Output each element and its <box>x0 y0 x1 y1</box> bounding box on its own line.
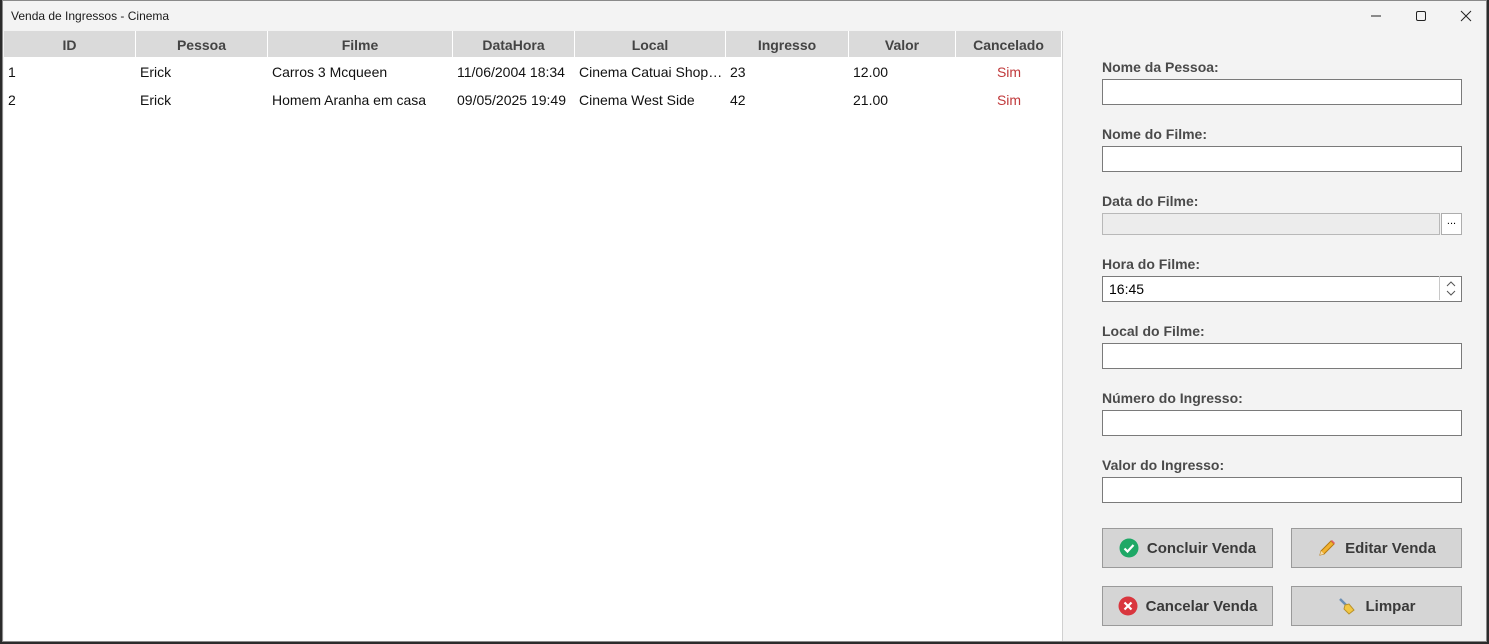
numero-ingresso-label: Número do Ingresso: <box>1102 390 1243 406</box>
hora-filme-label: Hora do Filme: <box>1102 256 1201 272</box>
sales-grid[interactable]: ID Pessoa Filme DataHora Local Ingresso … <box>4 31 1063 641</box>
maximize-icon <box>1415 11 1426 21</box>
cell-valor: 12.00 <box>853 64 889 80</box>
valor-ingresso-input[interactable] <box>1102 477 1462 503</box>
minimize-icon <box>1370 15 1381 17</box>
column-header-ingresso[interactable]: Ingresso <box>726 31 849 57</box>
column-header-datahora[interactable]: DataHora <box>453 31 575 57</box>
column-header-valor[interactable]: Valor <box>849 31 956 57</box>
column-header-id[interactable]: ID <box>4 31 136 57</box>
limpar-label: Limpar <box>1365 597 1416 615</box>
cell-cancelado: Sim <box>996 64 1022 80</box>
table-row[interactable]: 2 Erick Homem Aranha em casa 09/05/2025 … <box>4 86 1062 114</box>
time-spinner[interactable] <box>1439 276 1462 300</box>
limpar-button[interactable]: Limpar <box>1291 586 1462 626</box>
column-header-local[interactable]: Local <box>575 31 726 57</box>
local-filme-input[interactable] <box>1102 343 1462 369</box>
title-bar: Venda de Ingressos - Cinema <box>3 1 1486 31</box>
concluir-venda-button[interactable]: Concluir Venda <box>1102 528 1273 568</box>
hora-filme-input[interactable] <box>1102 276 1462 302</box>
cell-id: 1 <box>8 64 16 80</box>
nome-filme-input[interactable] <box>1102 146 1462 172</box>
check-circle-icon <box>1119 538 1139 558</box>
cancelar-venda-label: Cancelar Venda <box>1145 597 1258 615</box>
maximize-button[interactable] <box>1398 1 1443 31</box>
minimize-button[interactable] <box>1353 1 1398 31</box>
chevron-down-icon <box>1446 290 1456 296</box>
cell-pessoa: Erick <box>140 64 172 80</box>
cancelar-venda-button[interactable]: Cancelar Venda <box>1102 586 1273 626</box>
cell-filme: Carros 3 Mcqueen <box>272 64 388 80</box>
numero-ingresso-input[interactable] <box>1102 410 1462 436</box>
nome-pessoa-label: Nome da Pessoa: <box>1102 59 1219 75</box>
x-circle-icon <box>1118 596 1138 616</box>
editar-venda-label: Editar Venda <box>1345 539 1436 557</box>
cell-id: 2 <box>8 92 16 108</box>
cell-ingresso: 42 <box>730 92 746 108</box>
cell-datahora: 09/05/2025 19:49 <box>457 92 566 108</box>
cell-pessoa: Erick <box>140 92 172 108</box>
cell-ingresso: 23 <box>730 64 746 80</box>
window-title: Venda de Ingressos - Cinema <box>11 9 170 23</box>
column-header-filme[interactable]: Filme <box>268 31 453 57</box>
table-row[interactable]: 1 Erick Carros 3 Mcqueen 11/06/2004 18:3… <box>4 58 1062 86</box>
valor-ingresso-label: Valor do Ingresso: <box>1102 457 1225 473</box>
cell-cancelado: Sim <box>996 92 1022 108</box>
nome-filme-label: Nome do Filme: <box>1102 126 1208 142</box>
column-header-cancelado[interactable]: Cancelado <box>956 31 1062 57</box>
main-window: Venda de Ingressos - Cinema ID Pessoa Fi… <box>2 0 1487 642</box>
nome-pessoa-input[interactable] <box>1102 79 1462 105</box>
date-picker-button[interactable]: ... <box>1441 213 1462 235</box>
cell-local: Cinema West Side <box>579 92 695 108</box>
close-button[interactable] <box>1443 1 1486 31</box>
grid-header: ID Pessoa Filme DataHora Local Ingresso … <box>4 31 1062 57</box>
cell-filme: Homem Aranha em casa <box>272 92 427 108</box>
cell-local: Cinema Catuai Shoppi... <box>579 64 726 80</box>
cell-valor: 21.00 <box>853 92 889 108</box>
concluir-venda-label: Concluir Venda <box>1146 539 1257 557</box>
chevron-up-icon <box>1446 280 1456 286</box>
cell-datahora: 11/06/2004 18:34 <box>457 64 565 80</box>
editar-venda-button[interactable]: Editar Venda <box>1291 528 1462 568</box>
column-header-pessoa[interactable]: Pessoa <box>136 31 268 57</box>
pencil-icon <box>1317 538 1337 558</box>
broom-icon <box>1337 596 1357 616</box>
sale-form: Nome da Pessoa: Nome do Filme: Data do F… <box>1077 31 1486 641</box>
local-filme-label: Local do Filme: <box>1102 323 1205 339</box>
data-filme-label: Data do Filme: <box>1102 193 1199 209</box>
close-icon <box>1460 10 1471 22</box>
data-filme-input[interactable] <box>1102 213 1440 235</box>
